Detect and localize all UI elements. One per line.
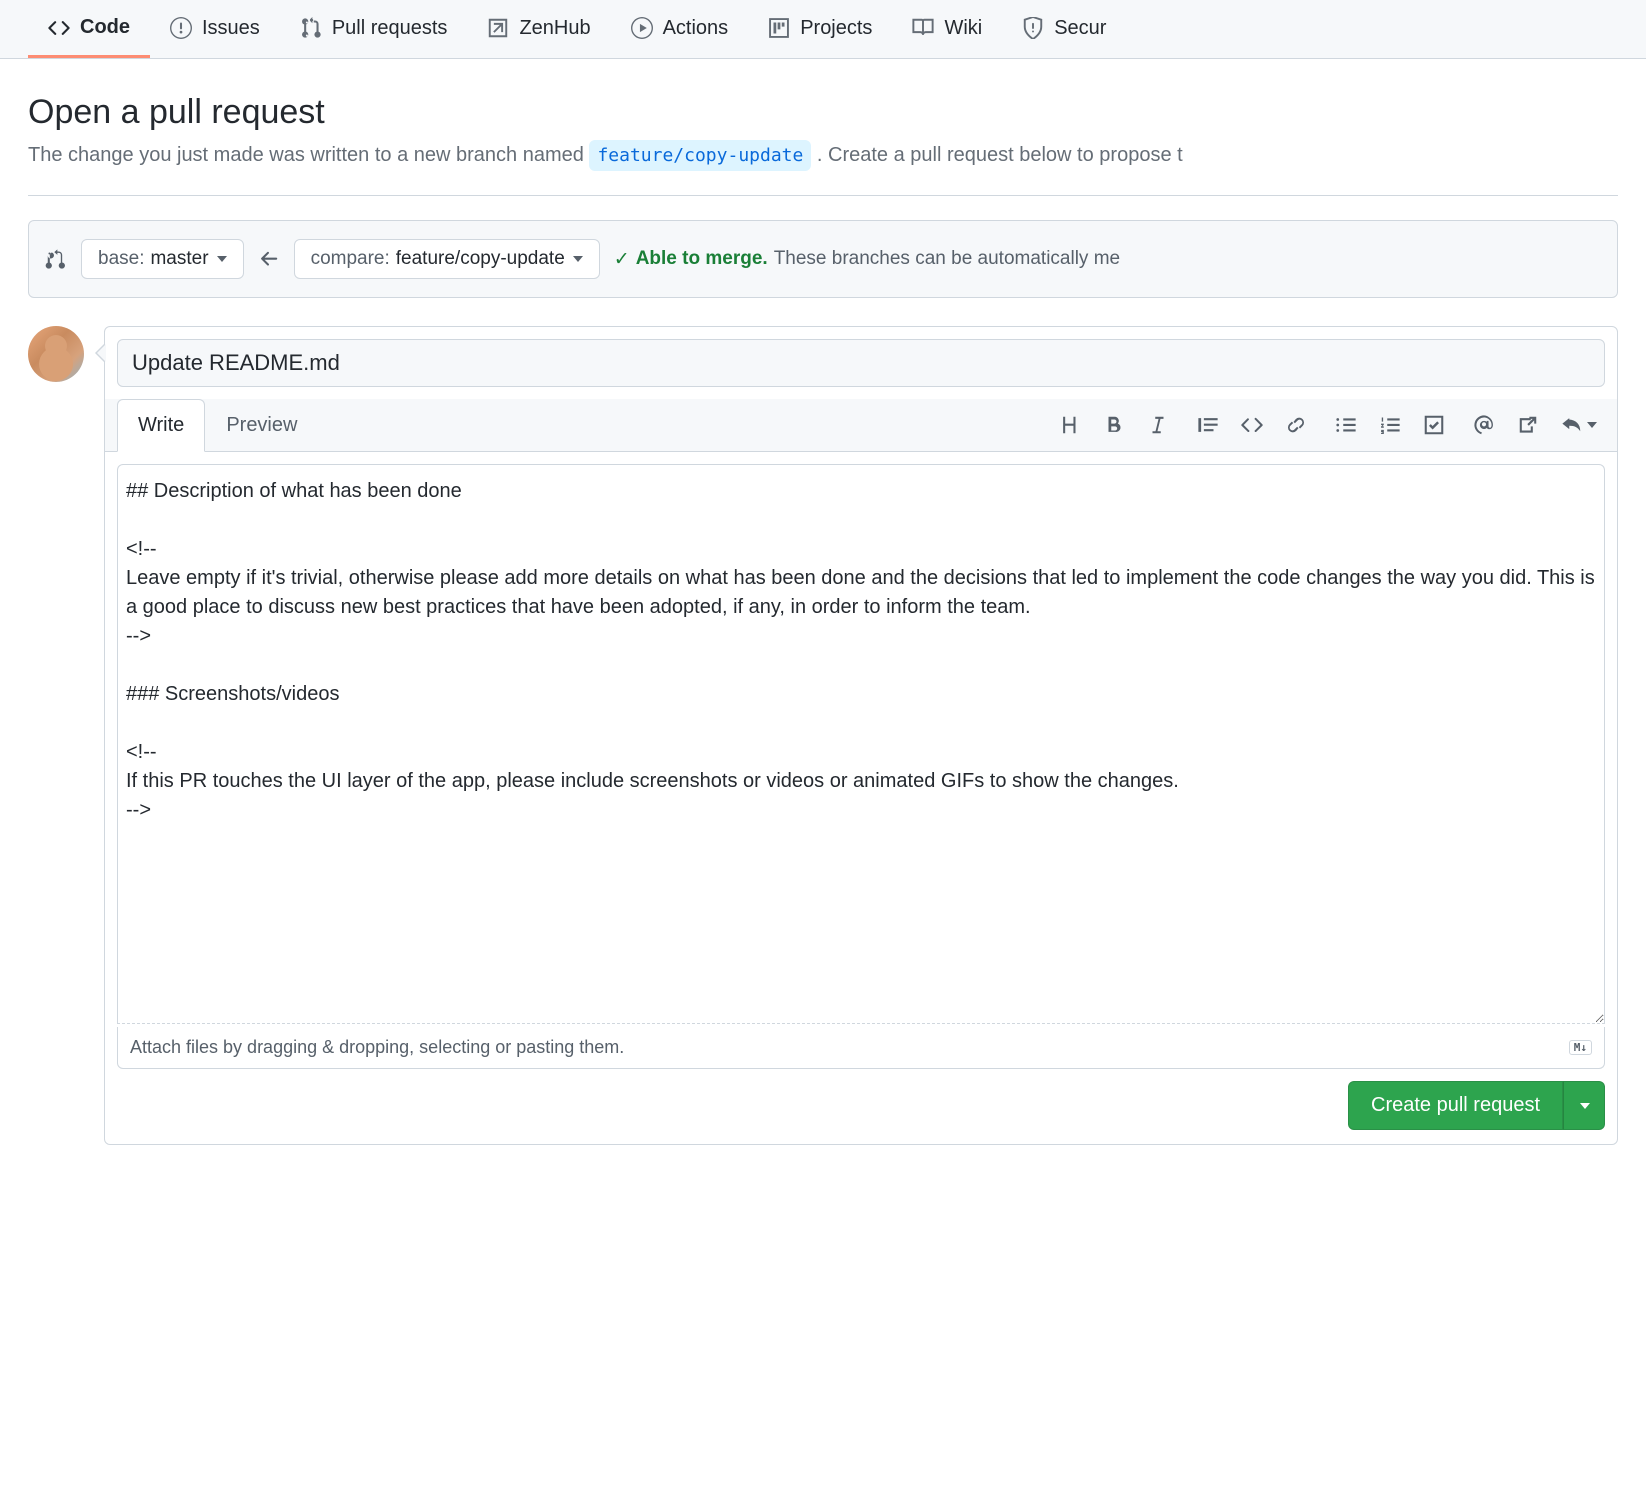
check-icon: ✓ xyxy=(614,248,630,271)
arrow-left-icon xyxy=(258,248,280,270)
base-branch-selector[interactable]: base: master xyxy=(81,239,244,279)
book-icon xyxy=(912,17,934,39)
markdown-toolbar xyxy=(1059,414,1605,436)
tasklist-icon[interactable] xyxy=(1423,414,1445,436)
tab-preview[interactable]: Preview xyxy=(205,399,318,451)
bullet-list-icon[interactable] xyxy=(1335,414,1357,436)
tab-label: Secur xyxy=(1054,17,1106,40)
heading-icon[interactable] xyxy=(1059,414,1081,436)
bold-icon[interactable] xyxy=(1103,414,1125,436)
avatar xyxy=(28,326,84,382)
pr-title-input[interactable] xyxy=(117,339,1605,387)
play-icon xyxy=(631,17,653,39)
caret-down-icon xyxy=(217,256,227,262)
tab-label: ZenHub xyxy=(519,17,590,40)
markdown-icon[interactable]: M↓ xyxy=(1569,1040,1592,1055)
caret-down-icon xyxy=(1580,1103,1590,1109)
numbered-list-icon[interactable] xyxy=(1379,414,1401,436)
merge-status: ✓ Able to merge. These branches can be a… xyxy=(614,248,1120,271)
reply-icon[interactable] xyxy=(1561,414,1597,436)
tab-issues[interactable]: Issues xyxy=(150,0,280,58)
pr-icon xyxy=(300,17,322,39)
divider xyxy=(28,195,1618,196)
branch-name-badge: feature/copy-update xyxy=(589,140,811,171)
code-icon xyxy=(48,17,70,39)
tab-label: Issues xyxy=(202,17,260,40)
tab-projects[interactable]: Projects xyxy=(748,0,892,58)
shield-icon xyxy=(1022,17,1044,39)
tab-label: Code xyxy=(80,16,130,39)
tab-label: Wiki xyxy=(944,17,982,40)
project-icon xyxy=(768,17,790,39)
code-icon[interactable] xyxy=(1241,414,1263,436)
repo-tabs: Code Issues Pull requests ZenHub Actions… xyxy=(0,0,1646,59)
tab-write[interactable]: Write xyxy=(117,399,205,452)
create-pull-request-dropdown[interactable] xyxy=(1563,1081,1605,1130)
tab-wiki[interactable]: Wiki xyxy=(892,0,1002,58)
cross-reference-icon[interactable] xyxy=(1517,414,1539,436)
branch-compare-box: base: master compare: feature/copy-updat… xyxy=(28,220,1618,298)
tab-code[interactable]: Code xyxy=(28,0,150,58)
pr-compose-box: Write Preview xyxy=(104,326,1618,1145)
caret-down-icon xyxy=(573,256,583,262)
link-icon[interactable] xyxy=(1285,414,1307,436)
pr-body-textarea[interactable] xyxy=(117,464,1605,1024)
mention-icon[interactable] xyxy=(1473,414,1495,436)
tab-actions[interactable]: Actions xyxy=(611,0,749,58)
tab-security[interactable]: Secur xyxy=(1002,0,1126,58)
compare-branch-selector[interactable]: compare: feature/copy-update xyxy=(294,239,600,279)
attach-files-bar[interactable]: Attach files by dragging & dropping, sel… xyxy=(117,1027,1605,1069)
page-subtitle: The change you just made was written to … xyxy=(28,140,1618,171)
italic-icon[interactable] xyxy=(1147,414,1169,436)
issue-icon xyxy=(170,17,192,39)
quote-icon[interactable] xyxy=(1197,414,1219,436)
tab-zenhub[interactable]: ZenHub xyxy=(467,0,610,58)
tab-label: Actions xyxy=(663,17,729,40)
compose-tabbar: Write Preview xyxy=(105,399,1617,452)
tab-label: Pull requests xyxy=(332,17,448,40)
git-compare-icon xyxy=(45,248,67,270)
tab-label: Projects xyxy=(800,17,872,40)
page-title: Open a pull request xyxy=(28,93,1618,132)
create-pull-request-button[interactable]: Create pull request xyxy=(1348,1081,1563,1130)
tab-pull-requests[interactable]: Pull requests xyxy=(280,0,468,58)
zenhub-icon xyxy=(487,17,509,39)
